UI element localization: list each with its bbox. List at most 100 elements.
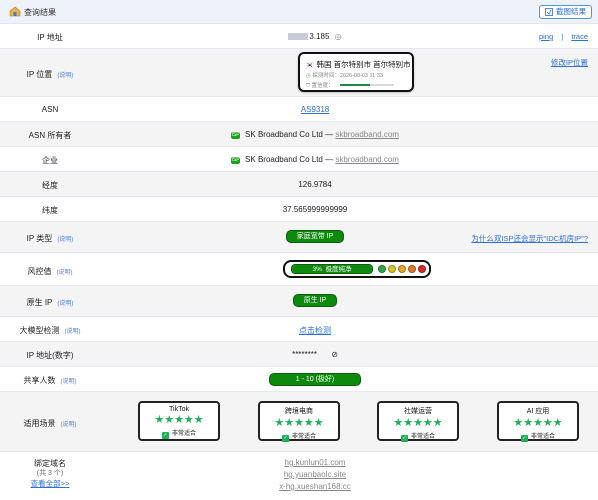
screenshot-button[interactable]: 截图结果 <box>539 5 592 19</box>
scene-status-text: 非常适合 <box>291 434 316 440</box>
label-asn-owner: ASN 所有者 <box>28 131 72 140</box>
label-location-text: IP 位置 <box>26 70 53 79</box>
edit-location-text[interactable]: 修改IP位置 <box>551 58 588 67</box>
star-rating-icon: ★★★★★ <box>154 414 204 426</box>
ip-type-value: 家庭宽带 IP <box>120 230 510 243</box>
ping-link[interactable]: ping <box>539 32 553 41</box>
scene-status-text: 非常适合 <box>410 434 435 440</box>
row-ip-numeric: IP 地址(数字) ******** ⊘ <box>0 342 598 367</box>
korea-flag-icon: 🇰🇷 <box>306 63 314 69</box>
llm-check-link[interactable]: 点击检测 <box>299 326 331 335</box>
view-all-domains-link[interactable]: 查看全部>> <box>31 479 70 488</box>
check-icon: ✓ <box>281 435 289 442</box>
label-scenes: 适用场景 (说明) <box>0 418 100 429</box>
risk-text: 3% 极度纯净 <box>292 265 372 273</box>
row-asn-owner: ASN 所有者 ISP SK Broadband Co Ltd — skbroad… <box>0 122 598 147</box>
label-asn: ASN <box>41 105 59 114</box>
row-domains: 绑定域名 (共 3 个) 查看全部>> hg.kunlun01.com hg.y… <box>0 452 598 500</box>
risk-help-link[interactable]: (说明) <box>57 270 73 276</box>
scene-card-ai: AI 应用 ★★★★★ ✓ 非常适合 <box>497 401 579 442</box>
scene-card-ecommerce: 跨境电商 ★★★★★ ✓ 非常适合 <box>258 401 340 442</box>
eye-icon[interactable]: ◎ <box>335 32 342 41</box>
asn-link[interactable]: AS9318 <box>301 105 329 114</box>
screenshot-icon <box>545 8 553 16</box>
row-llm: 大模型检测 (说明) 点击检测 <box>0 317 598 342</box>
asn-owner-value: ISP SK Broadband Co Ltd — skbroadband.com <box>120 130 510 139</box>
location-place: 🇰🇷 韩国 首尔特别市 首尔特别市 <box>306 59 411 70</box>
shield-icon: ⛉ <box>306 83 311 89</box>
scene-title: 跨境电商 <box>285 408 313 415</box>
risk-level-dot <box>388 265 396 273</box>
star-rating-icon: ★★★★★ <box>393 417 443 429</box>
star-rating-icon: ★★★★★ <box>513 417 563 429</box>
label-location: IP 位置 (说明) <box>0 69 100 80</box>
home-icon <box>9 6 21 17</box>
ip-value-text: 3.185 <box>309 32 330 41</box>
domain-link[interactable]: hg.yuanbaolc.site <box>284 470 346 479</box>
row-latitude: 纬度 37.565999999999 <box>0 197 598 222</box>
label-ip-type-text: IP 类型 <box>26 234 53 243</box>
risk-bar: 3% 极度纯净 <box>291 264 373 274</box>
confidence-bar <box>340 84 394 86</box>
ip-mask <box>288 33 309 40</box>
company-name: SK Broadband Co Ltd <box>245 155 323 164</box>
ip-type-help-link[interactable]: (说明) <box>57 237 73 243</box>
shared-help-link[interactable]: (说明) <box>61 379 77 385</box>
risk-level-dot <box>378 265 386 273</box>
location-help-link[interactable]: (说明) <box>57 73 73 79</box>
ip-value: 3.185 ◎ <box>120 32 510 41</box>
label-llm-text: 大模型检测 <box>19 326 60 335</box>
risk-label: 极度纯净 <box>325 266 352 273</box>
eye-off-icon[interactable]: ⊘ <box>331 350 338 359</box>
trace-link[interactable]: trace <box>571 32 588 41</box>
asn-owner-name: SK Broadband Co Ltd <box>245 130 323 139</box>
native-help-link[interactable]: (说明) <box>57 301 73 307</box>
native-value: 原生 IP <box>120 294 510 307</box>
scene-status: ✓ 非常适合 <box>379 431 457 442</box>
probe-time: ◷ 探测时间：2026-08-03 11:33 <box>306 71 383 79</box>
link-separator: | <box>561 32 564 41</box>
domain-link[interactable]: hg.kunlun01.com <box>285 458 346 467</box>
label-scenes-text: 适用场景 <box>23 419 56 428</box>
ip-type-faq-text[interactable]: 为什么双ISP还会显示"IDC机房IP"? <box>471 234 588 243</box>
location-card: 🇰🇷 韩国 首尔特别市 首尔特别市 ◷ 探测时间：2026-08-03 11:33… <box>298 52 414 92</box>
ip-numeric-value: ******** ⊘ <box>120 350 510 359</box>
asn-value: AS9318 <box>120 105 510 114</box>
row-ip-type: IP 类型 (说明) 家庭宽带 IP 为什么双ISP还会显示"IDC机房IP"? <box>0 222 598 253</box>
risk-meter: 3% 极度纯净 <box>283 260 431 278</box>
shared-value: 1 - 10 (极好) <box>120 373 510 386</box>
risk-level-dot <box>408 265 416 273</box>
scene-status-text: 非常适合 <box>530 434 555 440</box>
row-asn: ASN AS9318 <box>0 97 598 122</box>
asn-owner-domain[interactable]: skbroadband.com <box>335 130 399 139</box>
scenes-help-link[interactable]: (说明) <box>61 422 77 428</box>
confidence: ⛉ 置信度： <box>306 81 334 90</box>
row-native: 原生 IP (说明) 原生 IP <box>0 286 598 317</box>
label-shared-text: 共享人数 <box>23 376 56 385</box>
longitude-value: 126.9784 <box>298 180 332 189</box>
clock-icon: ◷ <box>306 73 311 79</box>
asn-owner-sep: — <box>322 130 336 139</box>
row-shared: 共享人数 (说明) 1 - 10 (极好) <box>0 367 598 392</box>
label-ip: IP 地址 <box>37 33 63 42</box>
label-risk-text: 风控值 <box>27 267 52 276</box>
probe-time-value: 2026-08-03 11:33 <box>339 73 383 79</box>
isp-badge: ISP <box>231 132 241 139</box>
domain-list: hg.kunlun01.com hg.yuanbaolc.site x-hg.x… <box>120 457 510 493</box>
label-llm: 大模型检测 (说明) <box>0 325 100 336</box>
ip-type-faq-link[interactable]: 为什么双ISP还会显示"IDC机房IP"? <box>471 233 588 244</box>
scene-status: ✓ 非常适合 <box>140 428 218 439</box>
domain-link[interactable]: x-hg.xueshan168.cc <box>279 482 351 491</box>
label-domains-text: 绑定域名 <box>34 459 66 468</box>
ip-numeric-masked: ******** <box>292 350 317 359</box>
risk-level-dot <box>418 265 426 273</box>
company-domain[interactable]: skbroadband.com <box>335 155 399 164</box>
company-value: ISP SK Broadband Co Ltd — skbroadband.com <box>120 155 510 164</box>
confidence-fill <box>340 84 370 86</box>
label-shared: 共享人数 (说明) <box>0 375 100 386</box>
result-header: 查询结果 截图结果 <box>0 0 598 24</box>
edit-location-link[interactable]: 修改IP位置 <box>551 57 588 68</box>
llm-help-link[interactable]: (说明) <box>65 329 81 335</box>
ip-tools: ping | trace <box>539 32 588 41</box>
probe-time-label: 探测时间： <box>312 73 340 79</box>
